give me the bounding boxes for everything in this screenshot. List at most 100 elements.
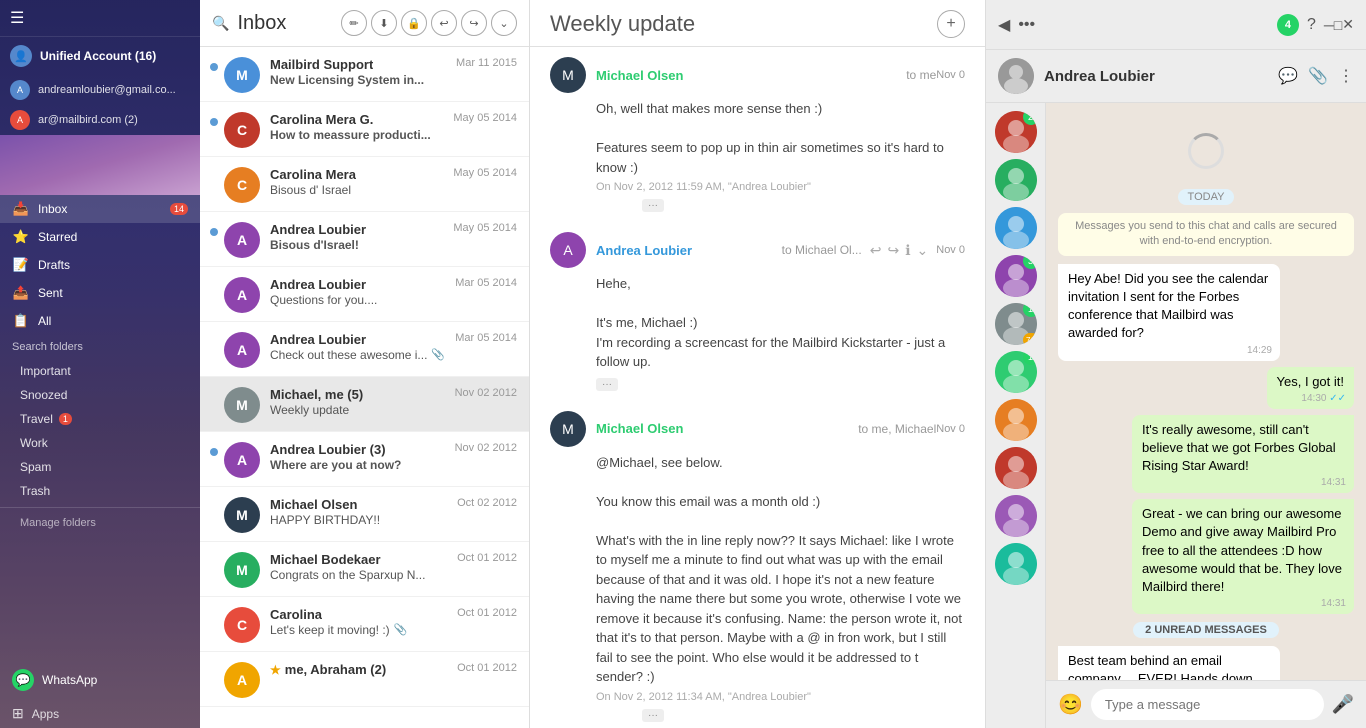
msg-from: Andrea Loubier — [596, 243, 778, 258]
email-subject: New Licensing System in... — [270, 73, 424, 87]
msg-from: Michael Olsen — [596, 68, 903, 83]
wa-contact-7[interactable] — [995, 399, 1037, 441]
email-list-item-7[interactable]: M Michael, me (5) Nov 02 2012 Weekly upd… — [200, 377, 529, 432]
wa-close-btn[interactable]: ✕ — [1342, 16, 1354, 33]
nav-item-starred[interactable]: ⭐ Starred — [0, 223, 200, 251]
wa-contact-3[interactable] — [995, 207, 1037, 249]
email-list-item-11[interactable]: C Carolina Oct 01 2012 Let's keep it mov… — [200, 597, 529, 652]
folder-travel[interactable]: Travel 1 — [0, 407, 200, 431]
email-list-item-4[interactable]: A Andrea Loubier May 05 2014 Bisous d'Is… — [200, 212, 529, 267]
email-list-item-2[interactable]: C Carolina Mera G. May 05 2014 How to me… — [200, 102, 529, 157]
nav-label-all: All — [38, 314, 188, 328]
wa-message-4: Great - we can bring our awesome Demo an… — [1058, 499, 1354, 614]
wa-badge: 4 — [1277, 14, 1299, 36]
email-row-1[interactable]: A andreamloubier@gmail.co... — [0, 75, 200, 105]
wa-bubble: Best team behind an email company.....EV… — [1058, 646, 1280, 680]
email-avatar: A — [224, 442, 260, 478]
more-btn[interactable]: ⌄ — [491, 10, 517, 36]
wa-contact-2[interactable] — [995, 159, 1037, 201]
wa-contact-9[interactable] — [995, 495, 1037, 537]
wa-encryption-note: Messages you send to this chat and calls… — [1058, 213, 1354, 256]
show-more[interactable]: ··· — [596, 707, 965, 722]
email-row-2[interactable]: A ar@mailbird.com (2) — [0, 105, 200, 135]
email-subject: Congrats on the Sparxup N... — [270, 568, 425, 582]
thread-message-1: M Michael Olsen to me Nov 0 Oh, well tha… — [550, 57, 965, 212]
unified-account-row[interactable]: 👤 Unified Account (16) — [0, 37, 200, 75]
reply-btn[interactable]: ↩ — [431, 10, 457, 36]
wa-unread-badge: 1 — [1023, 303, 1037, 317]
wa-more-icon[interactable]: ⋮ — [1338, 66, 1354, 86]
wa-emoji-btn[interactable]: 😊 — [1058, 692, 1083, 717]
nav-item-all[interactable]: 📋 All — [0, 307, 200, 335]
wa-mic-btn[interactable]: 🎤 — [1332, 694, 1354, 715]
forward-btn[interactable]: ↪ — [461, 10, 487, 36]
email-list-item-6[interactable]: A Andrea Loubier Mar 05 2014 Check out t… — [200, 322, 529, 377]
whatsapp-panel: ◀ ••• 4 ? ─ □ ✕ Andrea Loubier 💬 📎 ⋮ 231… — [986, 0, 1366, 728]
wa-back-btn[interactable]: ◀ — [998, 15, 1010, 35]
email-from: Andrea Loubier (3) — [270, 442, 386, 457]
email-address-1: andreamloubier@gmail.co... — [38, 84, 176, 96]
wa-contact-8[interactable] — [995, 447, 1037, 489]
compose-btn[interactable]: ✏ — [341, 10, 367, 36]
email-list-item-1[interactable]: M Mailbird Support Mar 11 2015 New Licen… — [200, 47, 529, 102]
wa-contact-6[interactable]: 1 — [995, 351, 1037, 393]
cover-photo — [0, 135, 200, 195]
wa-message-input[interactable] — [1091, 689, 1324, 720]
show-more[interactable]: ··· — [596, 197, 965, 212]
reply-icon[interactable]: ↩ — [870, 242, 882, 259]
thread-message-2: A Andrea Loubier to Michael Ol... ↩ ↪ ℹ … — [550, 232, 965, 391]
hamburger-icon[interactable]: ☰ — [10, 8, 24, 28]
drafts-icon: 📝 — [12, 257, 30, 273]
wa-help-btn[interactable]: ? — [1307, 16, 1316, 34]
manage-folders-link[interactable]: Manage folders — [0, 512, 200, 534]
unified-account-avatar: 👤 — [10, 45, 32, 67]
nav-item-sent[interactable]: 📤 Sent — [0, 279, 200, 307]
nav-item-drafts[interactable]: 📝 Drafts — [0, 251, 200, 279]
wa-chat-icon[interactable]: 💬 — [1278, 66, 1298, 86]
wa-contact-4[interactable]: 3 — [995, 255, 1037, 297]
apps-icon: ⊞ — [12, 705, 24, 722]
wa-contact-5[interactable]: 1 71 — [995, 303, 1037, 345]
email-avatar: M — [224, 387, 260, 423]
folder-important[interactable]: Important — [0, 359, 200, 383]
email-list-item-3[interactable]: C Carolina Mera May 05 2014 Bisous d' Is… — [200, 157, 529, 212]
detail-header: Weekly update + — [530, 0, 985, 47]
email-date: Oct 01 2012 — [457, 552, 517, 564]
folder-work[interactable]: Work — [0, 431, 200, 455]
unread-dot — [210, 173, 218, 181]
email-list-item-9[interactable]: M Michael Olsen Oct 02 2012 HAPPY BIRTHD… — [200, 487, 529, 542]
email-list-item-5[interactable]: A Andrea Loubier Mar 05 2014 Questions f… — [200, 267, 529, 322]
folder-snoozed[interactable]: Snoozed — [0, 383, 200, 407]
search-folders-label[interactable]: Search folders — [0, 335, 200, 359]
email-subject: How to meassure producti... — [270, 128, 431, 142]
wa-dots-btn[interactable]: ••• — [1018, 16, 1035, 34]
email-list-item-12[interactable]: A ★me, Abraham (2) Oct 01 2012 — [200, 652, 529, 707]
wa-maximize-btn[interactable]: □ — [1334, 17, 1342, 33]
info-icon[interactable]: ℹ — [905, 242, 910, 259]
email-from: Michael, me (5) — [270, 387, 363, 402]
archive-btn[interactable]: 🔒 — [401, 10, 427, 36]
search-icon[interactable]: 🔍 — [212, 15, 229, 32]
add-to-thread-btn[interactable]: + — [937, 10, 965, 38]
whatsapp-nav-item[interactable]: 💬 WhatsApp — [0, 661, 200, 699]
folder-spam[interactable]: Spam — [0, 455, 200, 479]
wa-minimize-btn[interactable]: ─ — [1324, 17, 1334, 33]
email-list-item-8[interactable]: A Andrea Loubier (3) Nov 02 2012 Where a… — [200, 432, 529, 487]
unread-dot — [210, 228, 218, 236]
folder-trash[interactable]: Trash — [0, 479, 200, 503]
email-date: Oct 02 2012 — [457, 497, 517, 509]
wa-num-badge: 71 — [1023, 333, 1037, 345]
email-list-item-10[interactable]: M Michael Bodekaer Oct 01 2012 Congrats … — [200, 542, 529, 597]
download-btn[interactable]: ⬇ — [371, 10, 397, 36]
wa-contact-1[interactable]: 2 — [995, 111, 1037, 153]
nav-item-inbox[interactable]: 📥 Inbox 14 — [0, 195, 200, 223]
unread-dot — [210, 448, 218, 456]
wa-contact-list: 2 3 1 71 1 — [986, 103, 1046, 728]
forward-icon[interactable]: ↪ — [887, 242, 899, 259]
show-more[interactable]: ··· — [550, 376, 965, 391]
wa-attach-icon[interactable]: 📎 — [1308, 66, 1328, 86]
wa-unread-badge: 1 — [1023, 351, 1037, 365]
more-msg-icon[interactable]: ⌄ — [917, 242, 929, 259]
wa-contact-10[interactable] — [995, 543, 1037, 585]
apps-nav-item[interactable]: ⊞ Apps — [0, 699, 200, 728]
